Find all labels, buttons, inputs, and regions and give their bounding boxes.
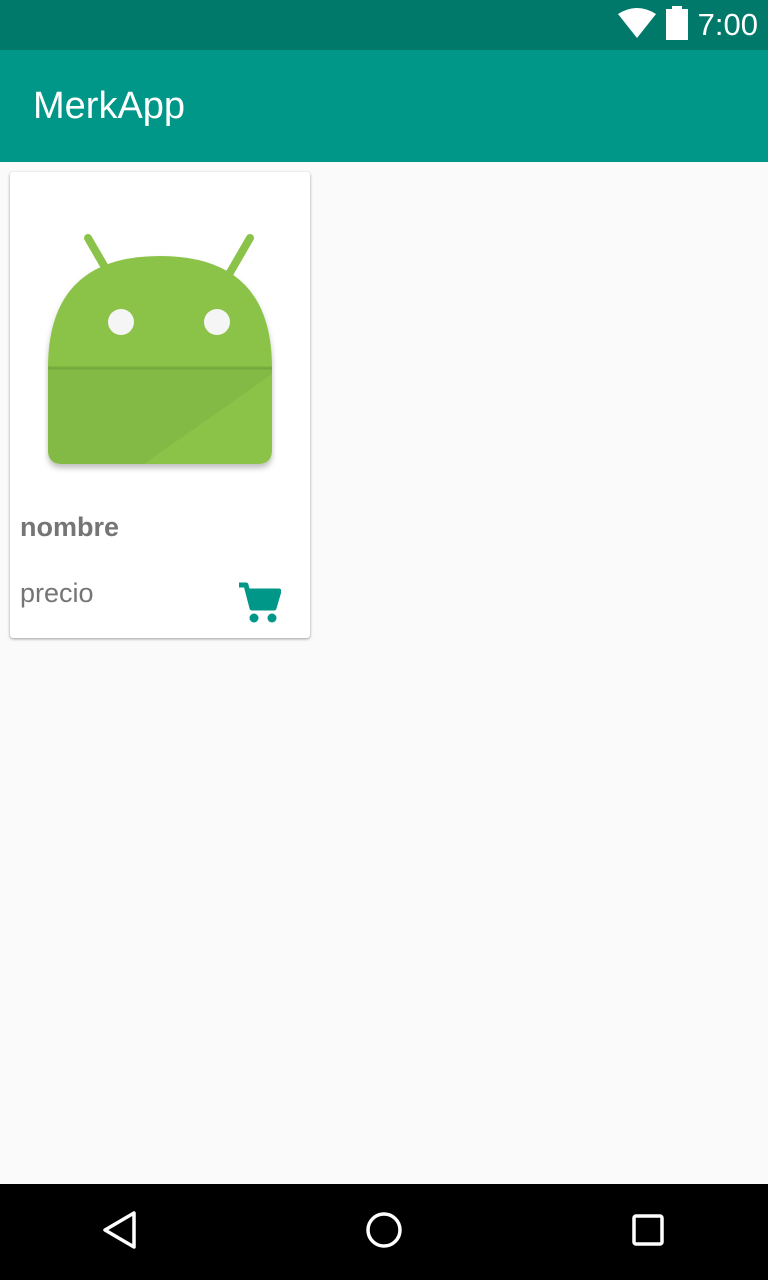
back-button[interactable] — [96, 1208, 144, 1256]
app-bar: MerkApp — [0, 50, 768, 162]
product-card[interactable]: nombre precio — [10, 172, 310, 638]
product-price: precio — [20, 578, 94, 608]
back-icon — [100, 1210, 140, 1255]
status-icons: 7:00 — [617, 0, 758, 50]
product-image — [44, 224, 276, 474]
status-time: 7:00 — [697, 7, 758, 42]
app-title: MerkApp — [33, 85, 186, 127]
recents-icon — [628, 1210, 668, 1255]
navigation-bar — [0, 1184, 768, 1280]
wifi-icon — [617, 7, 656, 43]
android-robot-icon — [48, 234, 272, 464]
product-grid: nombre precio — [0, 162, 768, 1184]
home-button[interactable] — [360, 1208, 408, 1256]
status-bar: 7:00 — [0, 0, 768, 50]
recents-button[interactable] — [624, 1208, 672, 1256]
shopping-cart-icon — [237, 582, 282, 629]
home-icon — [364, 1210, 404, 1255]
battery-icon — [665, 5, 688, 45]
screen: 7:00 MerkApp nombre precio — [0, 0, 768, 1280]
product-name: nombre — [20, 512, 120, 542]
add-to-cart-button[interactable] — [236, 582, 282, 628]
